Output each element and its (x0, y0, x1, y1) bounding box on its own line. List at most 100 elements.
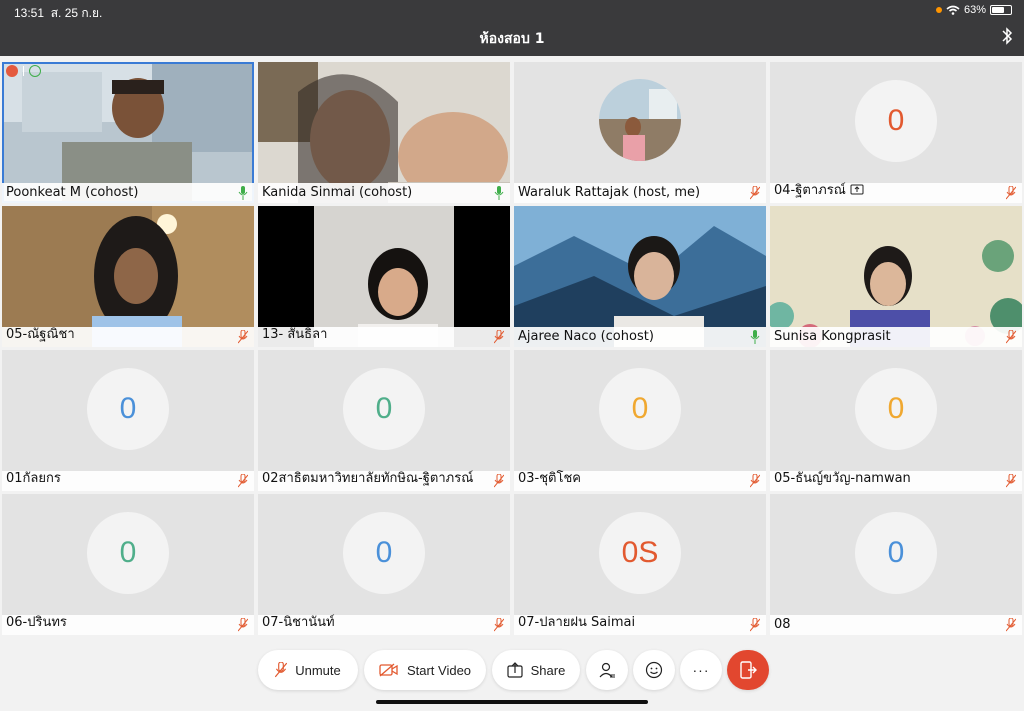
participant-tile-poonkeat[interactable]: Poonkeat M (cohost) (2, 62, 254, 203)
participant-video (258, 62, 510, 203)
recording-indicators (6, 65, 41, 77)
participant-tile-04[interactable]: 0 04-ฐิตาภรณ์ (770, 62, 1022, 203)
participant-name: 05-ธันญ์ขวัญ-namwan (774, 471, 911, 486)
avatar-initials: 0 (631, 392, 649, 425)
participant-name: 01กัลยกร (6, 471, 61, 486)
share-icon (507, 662, 523, 678)
status-time: 13:51 ส. 25 ก.ย. (14, 6, 103, 20)
mic-muted-icon (750, 618, 760, 632)
status-right: 63% (935, 4, 1012, 16)
participant-tile-07-nichanan[interactable]: 0 07-นิชานันท์ (258, 494, 510, 635)
participant-tile-sunisa[interactable]: Sunisa Kongprasit (770, 206, 1022, 347)
mic-muted-icon (750, 474, 760, 488)
reactions-button[interactable] (633, 650, 675, 690)
participant-tile-06[interactable]: 0 06-ปรินทร (2, 494, 254, 635)
participant-name: Poonkeat M (cohost) (6, 185, 139, 200)
participant-tile-ajaree[interactable]: Ajaree Naco (cohost) (514, 206, 766, 347)
participant-video (770, 206, 1022, 347)
meeting-title: ห้องสอบ 1 (479, 31, 545, 47)
mic-muted-icon (1006, 186, 1016, 200)
participant-name: 03-ชุติโชค (518, 471, 582, 486)
mic-muted-icon (494, 618, 504, 632)
avatar-initials: 0 (887, 536, 905, 569)
participant-tile-08[interactable]: 0 08 (770, 494, 1022, 635)
avatar: 0 (343, 368, 425, 450)
avatar: 0S (599, 512, 681, 594)
participant-tile-waraluk[interactable]: Waraluk Rattajak (host, me) (514, 62, 766, 203)
participant-video (2, 62, 254, 203)
participant-name: 04-ฐิตาภรณ์ (774, 179, 864, 200)
participant-video (514, 206, 766, 347)
avatar: 0 (855, 512, 937, 594)
participant-name: 08 (774, 617, 791, 632)
mic-muted-icon (238, 474, 248, 488)
participant-tile-kanida[interactable]: Kanida Sinmai (cohost) (258, 62, 510, 203)
mic-muted-icon (238, 618, 248, 632)
share-button[interactable]: Share (492, 650, 580, 690)
avatar: 0 (87, 368, 169, 450)
participant-tile-02[interactable]: 0 02สาธิตมหาวิทยาลัยทักษิณ-ฐิตาภรณ์ (258, 350, 510, 491)
mic-muted-icon (494, 474, 504, 488)
mic-muted-icon (238, 330, 248, 344)
mic-muted-icon (750, 186, 760, 200)
video-grid: Poonkeat M (cohost) Kanida Sinmai (cohos… (2, 62, 1024, 635)
participant-name: Sunisa Kongprasit (774, 329, 891, 344)
home-indicator[interactable] (376, 700, 648, 704)
avatar-initials: 0S (621, 536, 659, 569)
wifi-icon (946, 5, 960, 15)
leave-icon (740, 661, 757, 679)
smiley-icon (645, 661, 663, 679)
more-label: ··· (692, 662, 710, 678)
participant-name: 06-ปรินทร (6, 615, 67, 630)
avatar: 0 (855, 368, 937, 450)
avatar-initials: 0 (887, 392, 905, 425)
mic-muted-icon (1006, 330, 1016, 344)
record-icon (6, 65, 18, 77)
bluetooth-icon[interactable] (1000, 26, 1014, 46)
battery-icon (990, 5, 1012, 15)
avatar: 0 (599, 368, 681, 450)
mic-muted-icon (1006, 474, 1016, 488)
mic-on-icon (494, 186, 504, 200)
participants-button[interactable] (586, 650, 628, 690)
participant-photo (599, 79, 681, 161)
top-bar: 13:51 ส. 25 ก.ย. 63% ห้องสอบ 1 (0, 0, 1024, 56)
avatar-initials: 0 (119, 536, 137, 569)
participant-name: 05-ณัฐณิชา (6, 327, 75, 342)
share-screen-icon (850, 184, 864, 195)
participant-name: 07-นิชานันท์ (262, 615, 335, 630)
avatar-initials: 0 (119, 392, 137, 425)
more-button[interactable]: ··· (680, 650, 722, 690)
share-label: Share (530, 662, 566, 678)
participant-tile-13-santhila[interactable]: 13- สันธิลา (258, 206, 510, 347)
unmute-button[interactable]: Unmute (258, 650, 358, 690)
participant-name: 07-ปลายฝน Saimai (518, 615, 636, 630)
battery-percent: 63% (963, 4, 986, 16)
mic-muted-icon (275, 662, 288, 678)
mic-muted-icon (494, 330, 504, 344)
avatar-initials: 0 (375, 392, 393, 425)
participant-tile-03[interactable]: 0 03-ชุติโชค (514, 350, 766, 491)
mic-on-icon (238, 186, 248, 200)
meeting-toolbar: Unmute Start Video Share ··· (0, 648, 1024, 692)
participant-tile-07-saimai[interactable]: 0S 07-ปลายฝน Saimai (514, 494, 766, 635)
participant-tile-05-namwan[interactable]: 0 05-ธันญ์ขวัญ-namwan (770, 350, 1022, 491)
participants-icon (599, 662, 615, 678)
avatar: 0 (855, 80, 937, 162)
clock-icon (29, 65, 41, 77)
avatar-initials: 0 (375, 536, 393, 569)
avatar: 0 (87, 512, 169, 594)
start-video-button[interactable]: Start Video (364, 650, 486, 690)
unmute-label: Unmute (295, 662, 341, 678)
participant-tile-05-natnicha[interactable]: 05-ณัฐณิชา (2, 206, 254, 347)
leave-button[interactable] (727, 650, 769, 690)
avatar-initials: 0 (887, 104, 905, 137)
mic-indicator-dot (935, 7, 942, 13)
participant-name: 02สาธิตมหาวิทยาลัยทักษิณ-ฐิตาภรณ์ (262, 471, 474, 486)
mic-muted-icon (1006, 618, 1016, 632)
participant-name: Ajaree Naco (cohost) (518, 329, 654, 344)
participant-name: Waraluk Rattajak (host, me) (518, 185, 701, 200)
participant-name: Kanida Sinmai (cohost) (262, 185, 413, 200)
mic-on-icon (750, 330, 760, 344)
participant-tile-01[interactable]: 0 01กัลยกร (2, 350, 254, 491)
